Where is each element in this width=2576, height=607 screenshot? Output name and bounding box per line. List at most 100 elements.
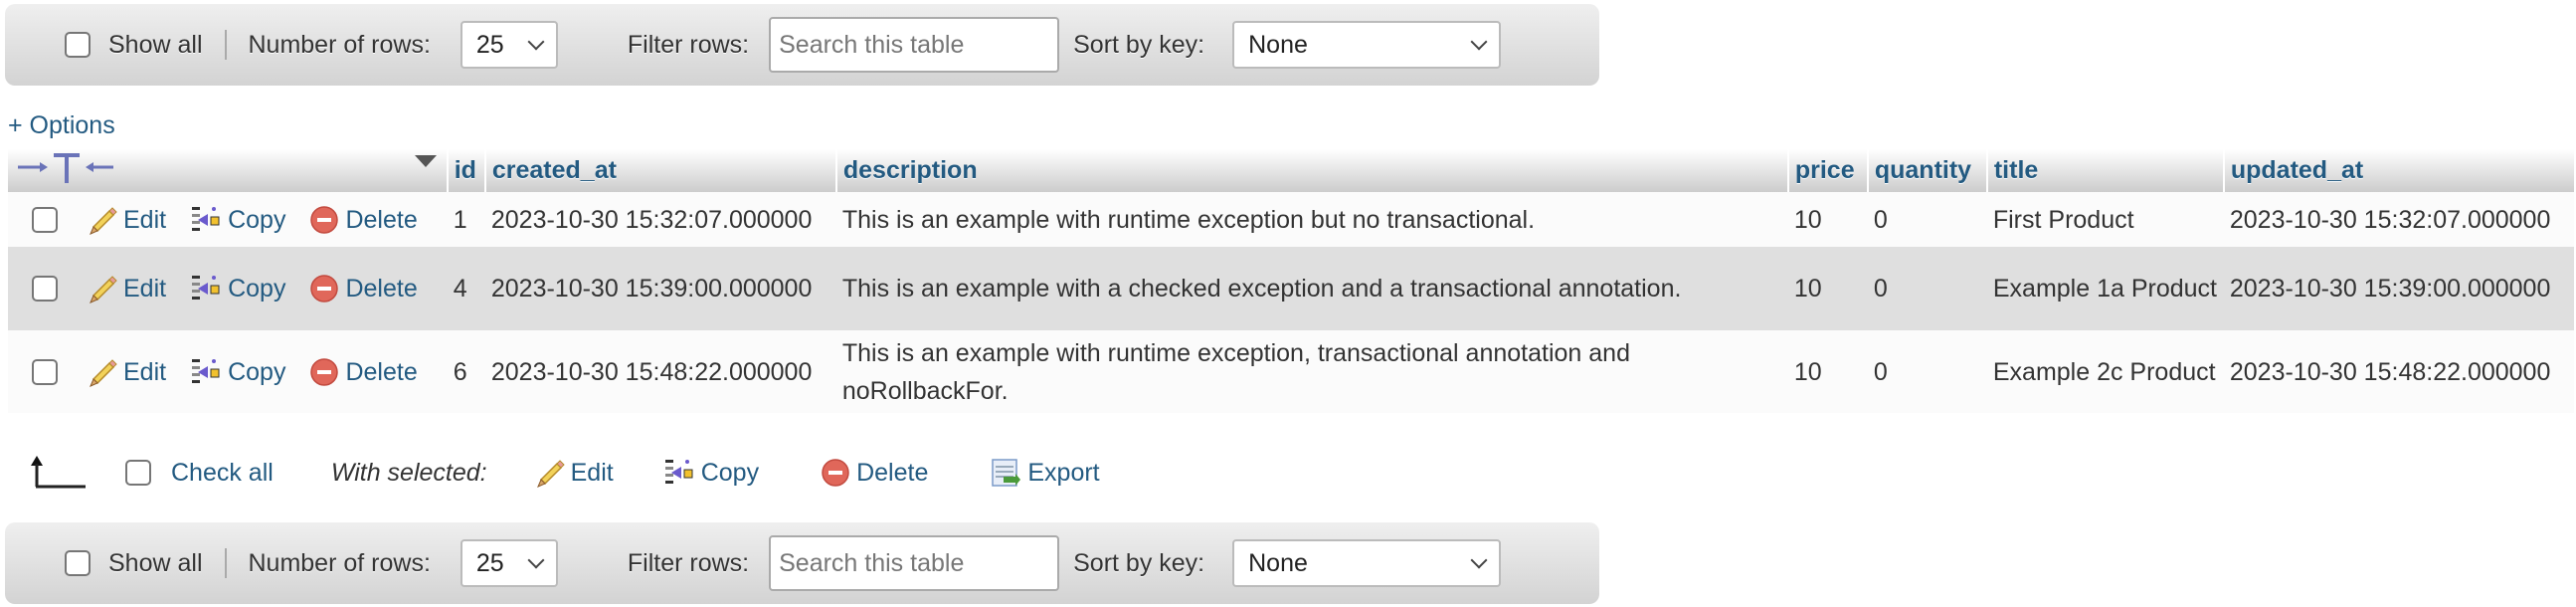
cell-id: 4 [447,247,485,330]
divider [224,548,227,578]
cell-id: 1 [447,192,485,247]
row-copy-button[interactable]: Copy [190,270,285,307]
show-all-label: Show all [108,548,203,577]
number-of-rows-value: 25 [475,548,504,577]
delete-label: Delete [345,357,418,386]
table-row: Edit Copy [8,330,2574,413]
cell-created-at: 2023-10-30 15:48:22.000000 [484,330,836,413]
edit-label: Edit [123,275,167,303]
row-delete-button[interactable]: Delete [309,353,418,391]
column-header-price[interactable]: price [1786,149,1868,192]
row-checkbox[interactable] [32,206,58,233]
number-of-rows-label: Number of rows: [248,30,431,59]
sort-by-key-value: None [1248,30,1308,59]
column-header-created-at[interactable]: created_at [483,149,836,192]
column-header-title[interactable]: title [1985,149,2224,192]
column-header-quantity[interactable]: quantity [1866,149,1987,192]
cell-title: Example 2c Product [1986,330,2224,413]
row-edit-button[interactable]: Edit [88,353,166,391]
delete-icon [310,275,339,303]
show-all-checkbox[interactable] [65,550,91,576]
pencil-icon [536,460,565,488]
delete-icon [310,205,339,234]
pencil-icon [90,276,117,304]
pencil-icon [90,206,117,235]
row-copy-button[interactable]: Copy [190,201,285,239]
show-all-checkbox[interactable] [65,32,91,58]
copy-row-icon [192,276,220,300]
sort-by-key-select[interactable]: None [1232,21,1502,69]
row-edit-button[interactable]: Edit [88,201,166,239]
cell-price: 10 [1787,247,1868,330]
delete-label: Delete [345,275,418,303]
number-of-rows-label: Number of rows: [248,548,431,577]
cell-updated-at: 2023-10-30 15:39:00.000000 [2223,247,2574,330]
show-all-label: Show all [108,30,203,59]
cell-created-at: 2023-10-30 15:39:00.000000 [484,247,836,330]
number-of-rows-select[interactable]: 25 [460,21,558,69]
bulk-delete-button[interactable]: Delete [821,458,928,488]
cell-title: First Product [1986,192,2224,247]
row-checkbox[interactable] [32,358,58,385]
copy-row-icon [192,358,220,383]
row-checkbox[interactable] [32,276,58,302]
bulk-copy-button[interactable]: Copy [663,457,759,489]
row-delete-button[interactable]: Delete [309,270,418,307]
copy-label: Copy [228,357,286,386]
cell-quantity: 0 [1867,330,1987,413]
cell-created-at: 2023-10-30 15:32:07.000000 [484,192,836,247]
check-all-link[interactable]: Check all [171,459,274,488]
export-icon [992,459,1021,487]
copy-row-icon [192,206,220,231]
divider [224,30,227,60]
sort-dropdown-icon[interactable] [414,155,437,167]
row-actions-cell: Edit Copy Delete [8,247,448,330]
chevron-down-icon [1470,33,1488,51]
filter-rows-input[interactable] [769,17,1060,73]
filter-rows-label: Filter rows: [627,30,750,59]
cell-description: This is an example with a checked except… [835,247,1788,330]
row-edit-button[interactable]: Edit [88,270,166,307]
bulk-export-button[interactable]: Export [990,457,1100,489]
bulk-actions-bar: Check all With selected: Edit Copy Delet… [30,453,1100,493]
filter-rows-label: Filter rows: [627,548,750,577]
cell-price: 10 [1787,330,1868,413]
number-of-rows-select[interactable]: 25 [460,539,558,587]
chevron-down-icon [527,33,545,51]
actions-header [8,149,448,192]
cell-updated-at: 2023-10-30 15:48:22.000000 [2223,330,2574,413]
copy-row-icon [664,460,693,484]
filter-rows-input[interactable] [769,535,1060,591]
bulk-edit-button[interactable]: Edit [535,458,614,488]
sort-by-key-select[interactable]: None [1232,539,1502,587]
table-row: Edit Copy [8,247,2574,330]
bulk-copy-label: Copy [700,458,760,487]
options-link[interactable]: + Options [8,111,115,140]
table-header-row: id created_at description price quantity… [8,149,2574,192]
column-header-description[interactable]: description [834,149,1788,192]
chevron-down-icon [1470,551,1488,569]
bulk-delete-label: Delete [856,458,929,487]
cell-description: This is an example with runtime exceptio… [835,330,1788,413]
row-delete-button[interactable]: Delete [309,201,418,239]
sort-by-key-value: None [1248,548,1308,577]
column-header-id[interactable]: id [446,149,485,192]
cell-quantity: 0 [1867,247,1987,330]
table-navigation-top: Show all Number of rows: 25 Filter rows:… [5,4,1599,86]
cell-updated-at: 2023-10-30 15:32:07.000000 [2223,192,2574,247]
table-navigation-bottom: Show all Number of rows: 25 Filter rows:… [5,522,1599,604]
arrow-up-left-icon [31,456,86,489]
row-actions-cell: Edit Copy Delete [8,330,448,413]
check-all-checkbox[interactable] [125,460,151,486]
column-width-toggle-icon[interactable] [14,149,119,185]
cell-quantity: 0 [1867,192,1987,247]
sort-by-key-label: Sort by key: [1073,548,1205,577]
cell-price: 10 [1787,192,1868,247]
row-copy-button[interactable]: Copy [190,353,285,391]
delete-icon [310,357,339,386]
column-header-updated-at[interactable]: updated_at [2222,149,2574,192]
sort-by-key-label: Sort by key: [1073,30,1205,59]
cell-id: 6 [447,330,485,413]
copy-label: Copy [228,275,286,303]
table-row: Edit Copy [8,192,2574,247]
